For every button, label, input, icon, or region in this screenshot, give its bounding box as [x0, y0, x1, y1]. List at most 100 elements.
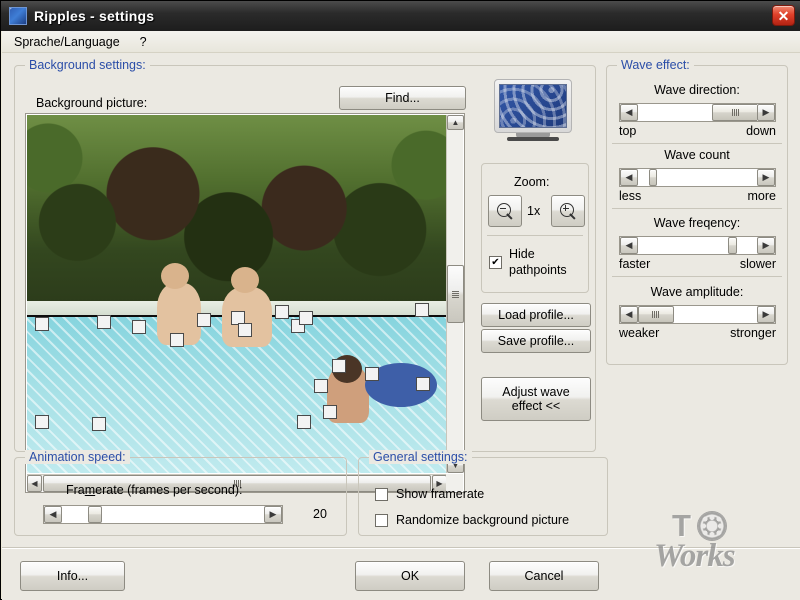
pathpoint-handle[interactable] [35, 317, 49, 331]
pathpoint-handle[interactable] [170, 333, 184, 347]
adjust-wave-effect-button[interactable]: Adjust wave effect << [481, 377, 591, 421]
grip-icon [652, 311, 660, 318]
wave-slider-max-label-1: more [747, 189, 776, 203]
wave-slider-divider-2 [612, 276, 782, 277]
randomize-background-checkbox[interactable] [375, 513, 388, 527]
wave-slider-decrease-2[interactable]: ◀ [620, 237, 638, 254]
pathpoint-handle[interactable] [197, 313, 211, 327]
wave-slider-track-0[interactable] [638, 104, 757, 121]
wave-slider-divider-1 [612, 208, 782, 209]
wave-slider-increase-2[interactable]: ▶ [757, 237, 775, 254]
save-profile-button[interactable]: Save profile... [481, 329, 591, 353]
pathpoint-handle[interactable] [97, 315, 111, 329]
hide-pathpoints-label-line1: Hide [509, 247, 535, 261]
find-button[interactable]: Find... [339, 86, 466, 110]
framerate-label-pre: Fra [66, 483, 85, 497]
pathpoint-handle[interactable] [275, 305, 289, 319]
hide-pathpoints-checkbox-row[interactable]: ✔ Hide pathpoints [489, 247, 567, 278]
wave-effect-title: Wave effect: [617, 58, 694, 72]
grip-icon [452, 290, 459, 298]
pathpoint-handle[interactable] [323, 405, 337, 419]
pathpoint-handle[interactable] [35, 415, 49, 429]
pathpoint-handle[interactable] [238, 323, 252, 337]
framerate-track[interactable] [62, 506, 264, 523]
framerate-thumb[interactable] [88, 506, 103, 523]
cancel-button[interactable]: Cancel [489, 561, 599, 591]
wave-slider-decrease-0[interactable]: ◀ [620, 104, 638, 121]
wave-slider-1[interactable]: ◀ ▶ [619, 168, 776, 187]
wave-slider-decrease-1[interactable]: ◀ [620, 169, 638, 186]
show-framerate-row[interactable]: Show framerate [375, 487, 484, 501]
framerate-decrease-button[interactable]: ◀ [44, 506, 62, 523]
hide-pathpoints-checkbox[interactable]: ✔ [489, 256, 502, 270]
menu-bar: Sprache/Language ? [2, 31, 800, 53]
info-button[interactable]: Info... [20, 561, 125, 591]
wave-slider-2[interactable]: ◀ ▶ [619, 236, 776, 255]
pathpoint-handle[interactable] [297, 415, 311, 429]
wave-slider-3[interactable]: ◀ ▶ [619, 305, 776, 324]
wave-slider-decrease-3[interactable]: ◀ [620, 306, 638, 323]
ok-button[interactable]: OK [355, 561, 465, 591]
pathpoint-handle[interactable] [416, 377, 430, 391]
wave-slider-0[interactable]: ◀ ▶ [619, 103, 776, 122]
footer-divider [2, 548, 800, 549]
toworks-logo: T Works [654, 510, 764, 582]
wave-slider-title-3: Wave amplitude: [650, 285, 744, 299]
zoom-out-button[interactable] [488, 195, 522, 227]
magnifier-plus-icon [559, 202, 577, 220]
hide-pathpoints-label-line2: pathpoints [509, 262, 567, 277]
framerate-label: Framerate (frames per second): [66, 483, 242, 497]
background-preview-image[interactable] [27, 115, 447, 473]
menu-item-language[interactable]: Sprache/Language [6, 34, 128, 50]
pathpoint-handle[interactable] [314, 379, 328, 393]
grip-icon [732, 109, 740, 116]
framerate-increase-button[interactable]: ▶ [264, 506, 282, 523]
pathpoint-handle[interactable] [92, 417, 106, 431]
pathpoint-handle[interactable] [299, 311, 313, 325]
preview-vertical-scrollbar[interactable]: ▲ ▼ [446, 115, 464, 473]
wave-slider-title-0: Wave direction: [654, 83, 740, 97]
wave-slider-title-1: Wave count [664, 148, 730, 162]
photo-person [161, 263, 189, 289]
randomize-background-label: Randomize background picture [396, 513, 570, 527]
wave-slider-increase-1[interactable]: ▶ [757, 169, 775, 186]
pathpoint-handle[interactable] [132, 320, 146, 334]
wave-slider-track-1[interactable] [638, 169, 757, 186]
adjust-button-line1: Adjust wave [502, 384, 570, 399]
zoom-in-button[interactable] [551, 195, 585, 227]
background-picture-label: Background picture: [36, 96, 148, 110]
wave-slider-thumb-0[interactable] [711, 104, 757, 121]
show-framerate-label: Show framerate [396, 487, 485, 501]
wave-slider-thumb-3[interactable] [638, 306, 674, 323]
monitor-preview [494, 79, 572, 141]
wave-slider-thumb-2[interactable] [728, 237, 737, 254]
scroll-up-icon[interactable]: ▲ [447, 115, 464, 130]
wave-slider-increase-3[interactable]: ▶ [757, 306, 775, 323]
menu-item-help[interactable]: ? [132, 34, 155, 50]
show-framerate-checkbox[interactable] [375, 487, 388, 501]
wave-slider-track-3[interactable] [638, 306, 757, 323]
wave-slider-increase-0[interactable]: ▶ [757, 104, 775, 121]
wave-slider-track-2[interactable] [638, 237, 757, 254]
photo-person [231, 267, 259, 293]
zoom-label: Zoom: [514, 175, 550, 189]
preview-vertical-thumb[interactable] [447, 265, 464, 323]
monitor-base [507, 137, 559, 141]
zoom-value: 1x [527, 204, 541, 218]
wave-slider-thumb-1[interactable] [648, 169, 658, 186]
animation-speed-title: Animation speed: [25, 450, 130, 464]
close-icon[interactable]: ✕ [772, 5, 795, 26]
wave-slider-max-label-2: slower [739, 257, 776, 271]
framerate-label-accel: m [84, 483, 96, 497]
wave-slider-title-2: Wave freqency: [653, 216, 741, 230]
pathpoint-handle[interactable] [365, 367, 379, 381]
framerate-slider[interactable]: ◀ ▶ [43, 505, 283, 524]
background-preview-frame[interactable]: ▲ ▼ ◀ ▶ [25, 113, 465, 493]
randomize-background-row[interactable]: Randomize background picture [375, 513, 569, 527]
load-profile-button[interactable]: Load profile... [481, 303, 591, 327]
gear-icon [698, 512, 726, 540]
photo-person [222, 287, 272, 347]
wave-slider-max-label-3: stronger [730, 326, 776, 340]
pathpoint-handle[interactable] [415, 303, 429, 317]
pathpoint-handle[interactable] [332, 359, 346, 373]
